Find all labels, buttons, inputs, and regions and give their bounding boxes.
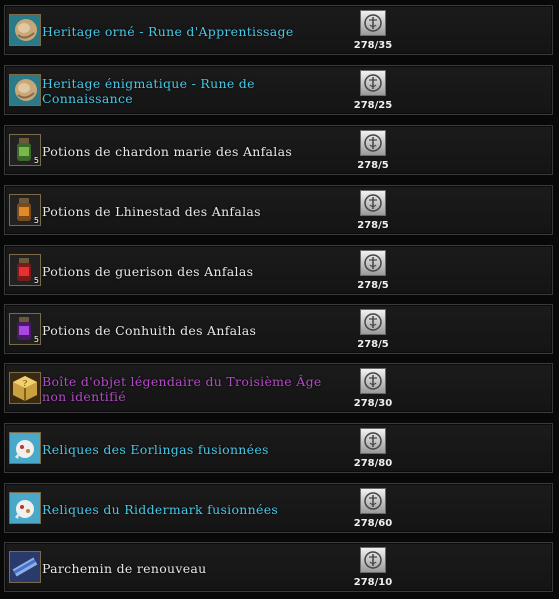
red-potion-icon: 5: [9, 254, 41, 286]
item-count: 278/5: [357, 280, 389, 291]
relic-icon: [9, 432, 41, 464]
item-name: Potions de Lhinestad des Anfalas: [42, 204, 261, 219]
item-row[interactable]: Heritage énigmatique - Rune de Connaissa…: [4, 65, 553, 115]
token-icon[interactable]: [360, 10, 386, 36]
token-icon[interactable]: [360, 428, 386, 454]
item-name: Reliques des Eorlingas fusionnées: [42, 442, 269, 457]
item-row[interactable]: Reliques des Eorlingas fusionnées 278/80: [4, 423, 553, 473]
token-icon[interactable]: [360, 488, 386, 514]
item-name: Potions de chardon marie des Anfalas: [42, 144, 293, 159]
rune-icon: [9, 14, 41, 46]
item-count: 278/5: [357, 220, 389, 231]
item-count: 278/60: [353, 518, 393, 529]
item-quantity: 5: [33, 335, 39, 344]
token-icon[interactable]: [360, 70, 386, 96]
item-row[interactable]: Heritage orné - Rune d'Apprentissage 278/…: [4, 5, 553, 55]
relic-icon: [9, 492, 41, 524]
item-row[interactable]: 5 Potions de guerison des Anfalas 278/5: [4, 245, 553, 295]
orange-potion-icon: 5: [9, 194, 41, 226]
token-icon[interactable]: [360, 130, 386, 156]
legendary-box-icon: ?: [9, 372, 41, 404]
item-name: Boîte d'objet légendaire du Troisième Âg…: [42, 374, 322, 404]
scroll-icon: [9, 551, 41, 583]
item-name: Reliques du Riddermark fusionnées: [42, 502, 279, 517]
token-icon[interactable]: [360, 368, 386, 394]
token-icon[interactable]: [360, 190, 386, 216]
item-count: 278/80: [353, 458, 393, 469]
item-row[interactable]: Parchemin de renouveau 278/10: [4, 542, 553, 592]
svg-text:?: ?: [23, 379, 27, 388]
item-name: Parchemin de renouveau: [42, 561, 207, 576]
item-row[interactable]: ? Boîte d'objet légendaire du Troisième Â…: [4, 363, 553, 413]
purple-potion-icon: 5: [9, 313, 41, 345]
item-list: Heritage orné - Rune d'Apprentissage 278/…: [0, 0, 559, 599]
item-count: 278/35: [353, 40, 393, 51]
item-count: 278/5: [357, 339, 389, 350]
token-icon[interactable]: [360, 547, 386, 573]
item-count: 278/25: [353, 100, 393, 111]
token-icon[interactable]: [360, 309, 386, 335]
item-name: Potions de guerison des Anfalas: [42, 264, 254, 279]
item-count: 278/5: [357, 160, 389, 171]
token-icon[interactable]: [360, 250, 386, 276]
item-row[interactable]: 5 Potions de chardon marie des Anfalas 278…: [4, 125, 553, 175]
item-row[interactable]: Reliques du Riddermark fusionnées 278/60: [4, 483, 553, 533]
rune-icon: [9, 74, 41, 106]
item-name: Potions de Conhuith des Anfalas: [42, 323, 257, 338]
item-name: Heritage énigmatique - Rune de Connaissa…: [42, 76, 255, 106]
item-name: Heritage orné - Rune d'Apprentissage: [42, 24, 294, 39]
item-count: 278/10: [353, 577, 393, 588]
item-count: 278/30: [353, 398, 393, 409]
item-row[interactable]: 5 Potions de Lhinestad des Anfalas 278/5: [4, 185, 553, 235]
item-quantity: 5: [33, 156, 39, 165]
item-row[interactable]: 5 Potions de Conhuith des Anfalas 278/5: [4, 304, 553, 354]
item-quantity: 5: [33, 216, 39, 225]
item-quantity: 5: [33, 276, 39, 285]
green-potion-icon: 5: [9, 134, 41, 166]
